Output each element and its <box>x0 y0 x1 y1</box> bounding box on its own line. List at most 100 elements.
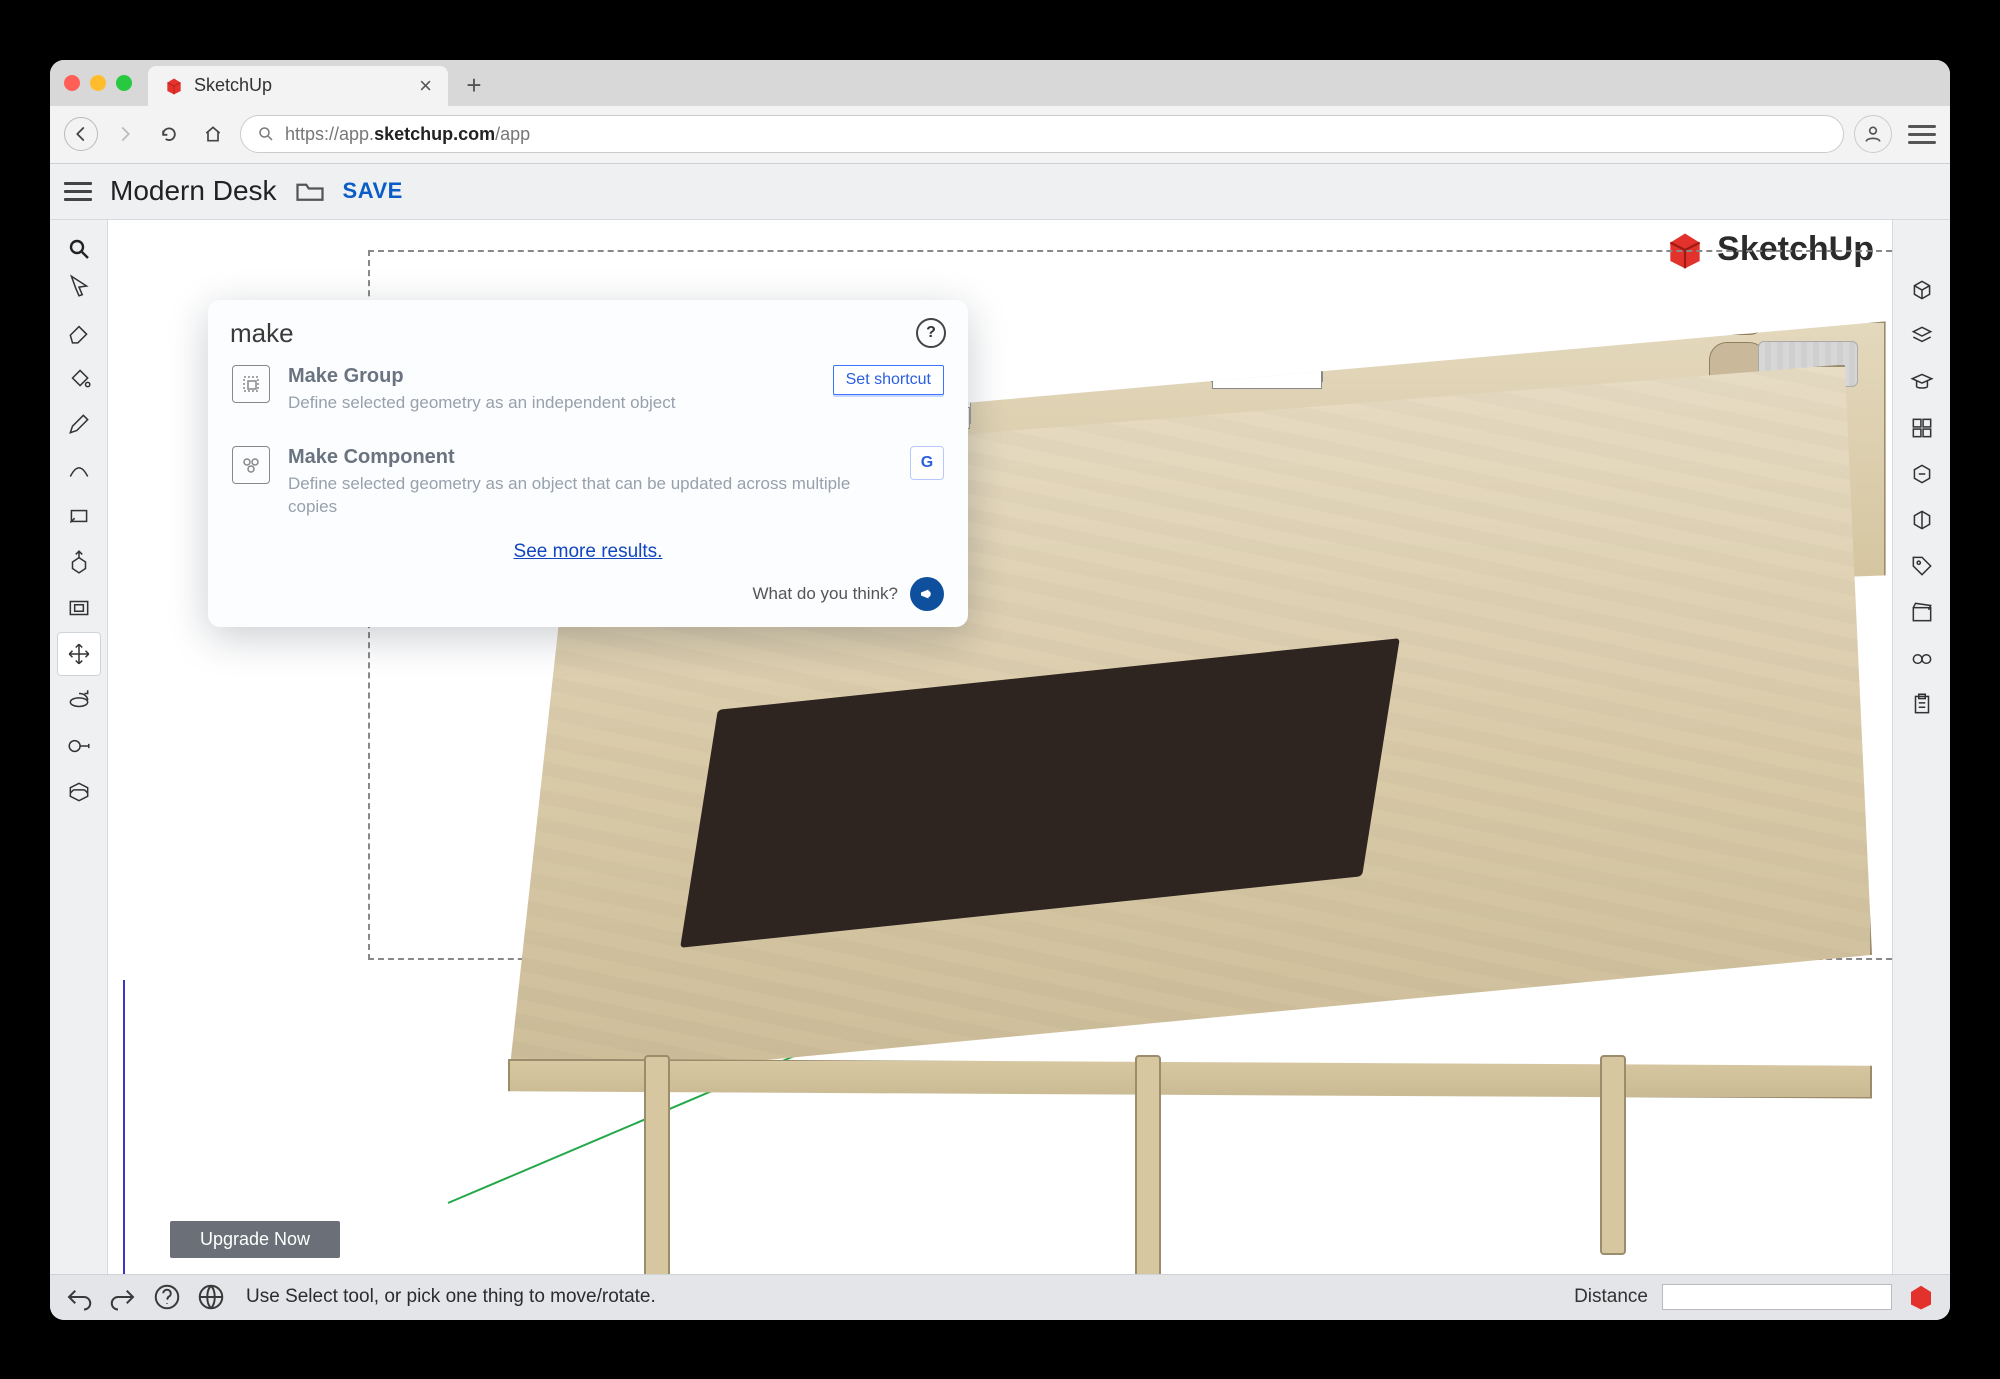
section-tool[interactable] <box>57 770 101 814</box>
command-search-input[interactable] <box>230 318 916 349</box>
pushpull-icon <box>66 549 92 575</box>
feedback-row: What do you think? <box>230 573 946 615</box>
layers-icon <box>1909 323 1935 349</box>
upgrade-button[interactable]: Upgrade Now <box>170 1221 340 1258</box>
sketchup-favicon-icon <box>164 76 184 96</box>
warehouse-icon <box>1909 461 1935 487</box>
3dwarehouse-panel[interactable] <box>1900 452 1944 496</box>
entity-info-panel[interactable] <box>1900 268 1944 312</box>
command-search-button[interactable] <box>58 228 100 270</box>
search-result[interactable]: Make Group Define selected geometry as a… <box>230 349 946 431</box>
move-tool[interactable] <box>57 632 101 676</box>
graduation-cap-icon <box>1909 369 1935 395</box>
document-title: Modern Desk <box>110 175 277 207</box>
eraser-tool[interactable] <box>57 310 101 354</box>
window-zoom-button[interactable] <box>116 75 132 91</box>
group-icon <box>232 365 270 403</box>
right-panel-bar <box>1892 220 1950 1274</box>
browser-tabstrip: SketchUp × + <box>50 60 1950 106</box>
see-more-link[interactable]: See more results. <box>230 535 946 573</box>
app-menu-button[interactable] <box>64 182 92 201</box>
person-icon <box>1863 124 1883 144</box>
tags-panel[interactable] <box>1900 544 1944 588</box>
cursor-icon <box>66 273 92 299</box>
desk-leg <box>1600 1055 1626 1255</box>
address-bar[interactable]: https://app.sketchup.com/app <box>240 115 1844 153</box>
new-tab-button[interactable]: + <box>458 70 490 101</box>
rotate-tool[interactable] <box>57 678 101 722</box>
paint-tool[interactable] <box>57 356 101 400</box>
components-panel[interactable] <box>1900 406 1944 450</box>
layers-panel[interactable] <box>1900 314 1944 358</box>
browser-tab-title: SketchUp <box>194 75 272 96</box>
browser-menu-button[interactable] <box>1908 125 1936 144</box>
browser-window: SketchUp × + https://app.sketchup.com/ap… <box>50 60 1950 1320</box>
redo-button[interactable] <box>108 1282 138 1312</box>
tag-icon <box>1909 553 1935 579</box>
arrow-right-icon <box>116 125 134 143</box>
result-desc: Define selected geometry as an object th… <box>288 473 892 519</box>
result-title: Make Component <box>288 446 892 469</box>
instructor-panel[interactable] <box>1900 360 1944 404</box>
display-panel[interactable] <box>1900 636 1944 680</box>
section-plane-icon <box>66 779 92 805</box>
pencil-tool[interactable] <box>57 402 101 446</box>
app-main: SketchUp <box>50 220 1950 1274</box>
rotate-icon <box>66 687 92 713</box>
nav-home-button[interactable] <box>196 117 230 151</box>
app-header: Modern Desk SAVE <box>50 164 1950 220</box>
set-shortcut-button[interactable]: Set shortcut <box>833 365 944 395</box>
home-icon <box>203 124 223 144</box>
nav-reload-button[interactable] <box>152 117 186 151</box>
language-button[interactable] <box>196 1282 226 1312</box>
components-icon <box>1909 415 1935 441</box>
folder-icon[interactable] <box>295 178 325 204</box>
clipboard-icon <box>1909 691 1935 717</box>
rectangle-tool[interactable] <box>57 494 101 538</box>
outliner-panel[interactable] <box>1900 498 1944 542</box>
sketchup-corner-icon <box>1906 1282 1936 1312</box>
help-button[interactable] <box>152 1282 182 1312</box>
offset-tool[interactable] <box>57 586 101 630</box>
tape-tool[interactable] <box>57 724 101 768</box>
help-icon[interactable]: ? <box>916 318 946 348</box>
prop-books <box>1212 359 1322 389</box>
left-toolbar <box>50 220 108 1274</box>
tab-close-icon[interactable]: × <box>419 73 432 99</box>
scenes-panel[interactable] <box>1900 590 1944 634</box>
component-icon <box>232 446 270 484</box>
browser-toolbar: https://app.sketchup.com/app <box>50 106 1950 164</box>
tape-measure-icon <box>66 733 92 759</box>
status-bar: Use Select tool, or pick one thing to mo… <box>50 1274 1950 1320</box>
softening-panel[interactable] <box>1900 682 1944 726</box>
arrow-left-icon <box>72 125 90 143</box>
pushpull-tool[interactable] <box>57 540 101 584</box>
status-message: Use Select tool, or pick one thing to mo… <box>246 1286 656 1308</box>
url-prefix: https://app. <box>285 124 374 144</box>
model-viewport[interactable]: SketchUp <box>108 220 1892 1274</box>
rectangle-icon <box>66 503 92 529</box>
reload-icon <box>159 124 179 144</box>
window-minimize-button[interactable] <box>90 75 106 91</box>
desk-front-edge <box>508 1059 1872 1099</box>
result-title: Make Group <box>288 365 675 388</box>
desk-leg <box>644 1055 670 1274</box>
eraser-icon <box>66 319 92 345</box>
undo-button[interactable] <box>64 1282 94 1312</box>
glasses-icon <box>1909 645 1935 671</box>
outliner-icon <box>1909 507 1935 533</box>
nav-forward-button[interactable] <box>108 117 142 151</box>
feedback-button[interactable] <box>910 577 944 611</box>
select-tool[interactable] <box>57 264 101 308</box>
browser-tab[interactable]: SketchUp × <box>148 66 448 106</box>
window-close-button[interactable] <box>64 75 80 91</box>
account-button[interactable] <box>1854 115 1892 153</box>
save-button[interactable]: SAVE <box>343 178 403 204</box>
offset-icon <box>66 595 92 621</box>
arc-tool[interactable] <box>57 448 101 492</box>
arc-icon <box>66 457 92 483</box>
search-result[interactable]: Make Component Define selected geometry … <box>230 430 946 535</box>
clapperboard-icon <box>1909 599 1935 625</box>
nav-back-button[interactable] <box>64 117 98 151</box>
measurement-input[interactable] <box>1662 1284 1892 1310</box>
